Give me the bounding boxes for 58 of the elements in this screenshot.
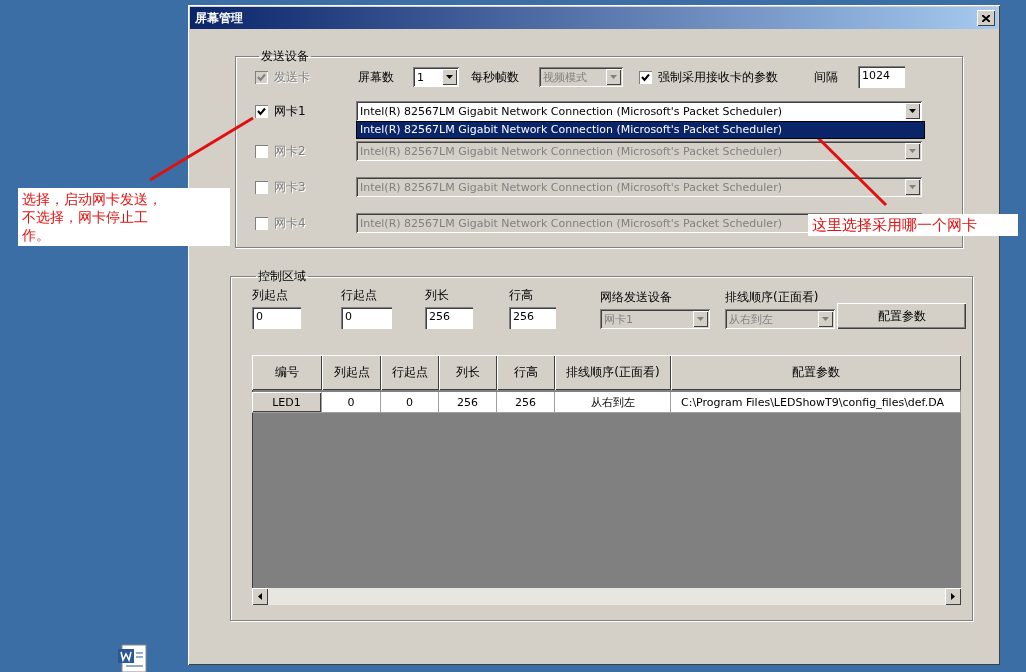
checkbox-label: 发送卡 [274,68,311,86]
input-field[interactable]: 256 [509,307,556,329]
dropdown-option[interactable]: Intel(R) 82567LM Gigabit Network Connection (Microsoft's Packet Scheduler) [357,122,924,138]
checkbox[interactable] [255,104,268,118]
table-cell: 256 [439,392,497,413]
checkbox-label: 网卡1 [274,102,307,120]
horizontal-scrollbar[interactable] [252,588,961,605]
field-label: 每秒帧数 [471,68,520,86]
table-cell: 0 [381,392,439,413]
field-label: 行起点 [341,287,378,304]
field-label: 排线顺序(正面看) [725,289,820,306]
right-arrow-icon [951,593,955,600]
close-button[interactable] [977,10,995,26]
input-field[interactable]: 1024 [858,66,905,88]
left-arrow-icon [258,593,262,600]
field-label: 屏幕数 [358,68,395,86]
close-icon [982,14,990,22]
scroll-left-button[interactable] [252,588,268,605]
dropdown[interactable]: 1 [413,67,459,87]
column-header[interactable]: 排线顺序(正面看) [555,355,671,390]
column-header[interactable]: 列起点 [322,355,381,390]
annotation-tooltip: 选择，启动网卡发送，不选择，网卡停止工作。 [18,188,230,246]
input-field[interactable]: 0 [252,307,301,329]
checkbox[interactable] [639,70,652,84]
group-label: 发送设备 [260,48,310,65]
checkbox-label: 强制采用接收卡的参数 [658,68,779,86]
column-header[interactable]: 配置参数 [671,355,961,390]
table-cell: 从右到左 [555,392,671,413]
caret-icon [818,311,833,327]
row-header[interactable]: LED1 [252,392,322,413]
checkbox-label: 网卡3 [274,178,307,196]
field-label: 行高 [509,287,534,304]
caret-icon [905,103,920,119]
column-header[interactable]: 编号 [252,355,322,390]
caret-icon [905,179,920,195]
column-header[interactable]: 行起点 [381,355,439,390]
table-cell: 256 [497,392,555,413]
checkbox-label: 网卡2 [274,142,307,160]
scroll-right-button[interactable] [945,588,961,605]
field-label: 列起点 [252,287,289,304]
annotation-tooltip: 这里选择采用哪一个网卡 [808,214,1018,236]
input-field[interactable]: 0 [341,307,392,329]
caret-icon [905,143,920,159]
checkbox-label: 网卡4 [274,214,307,232]
column-header[interactable]: 列长 [439,355,497,390]
caret-icon [693,311,708,327]
field-label: 列长 [425,287,450,304]
window-title: 屏幕管理 [195,9,243,27]
caret-icon [606,69,621,85]
caret-icon [442,69,457,85]
table-cell: 0 [322,392,381,413]
group-label: 控制区域 [257,268,307,285]
table-cell: C:\Program Files\LEDShowT9\config_files\def.DA [671,392,961,413]
config-button[interactable]: 配置参数 [837,303,966,329]
field-label: 网络发送设备 [600,289,673,306]
field-label: 间隔 [814,68,839,86]
input-field[interactable]: 256 [425,307,473,329]
column-header[interactable]: 行高 [497,355,555,390]
